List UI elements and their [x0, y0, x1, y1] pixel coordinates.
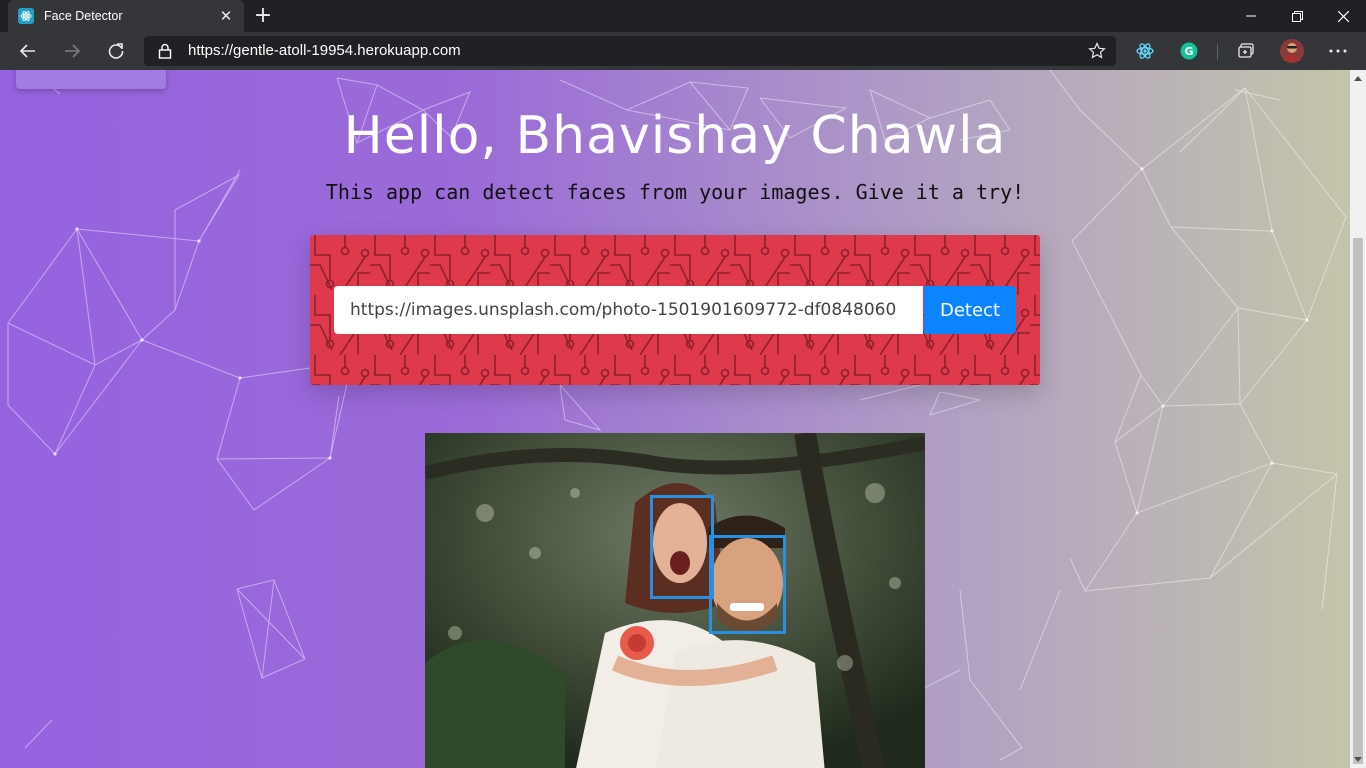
refresh-icon[interactable] [102, 37, 130, 65]
react-devtools-icon[interactable] [1131, 37, 1159, 65]
lock-icon[interactable] [158, 43, 172, 63]
forward-icon[interactable] [58, 37, 86, 65]
scroll-up-icon[interactable] [1350, 70, 1366, 86]
tab-title: Face Detector [44, 9, 123, 23]
profile-avatar[interactable] [1278, 37, 1306, 65]
scroll-down-icon[interactable] [1350, 752, 1366, 768]
star-icon[interactable] [1088, 42, 1106, 64]
svg-text:G: G [1184, 45, 1193, 58]
react-favicon-icon [18, 8, 34, 24]
browser-titlebar: Face Detector ✕ + [0, 0, 1366, 32]
toolbar-separator [1217, 44, 1218, 60]
face-box-2 [709, 535, 786, 634]
page-title: Hello, Bhavishay Chawla [343, 106, 1007, 166]
minimize-icon[interactable] [1228, 0, 1274, 32]
page-scrollbar[interactable] [1350, 70, 1366, 768]
new-tab-button[interactable]: + [252, 3, 274, 28]
restore-icon[interactable] [1274, 0, 1320, 32]
result-image [425, 433, 925, 768]
back-icon[interactable] [14, 37, 42, 65]
grammarly-icon[interactable]: G [1175, 37, 1203, 65]
detect-button[interactable]: Detect [924, 286, 1016, 334]
top-card [16, 70, 166, 89]
url-text[interactable]: https://gentle-atoll-19954.herokuapp.com [188, 36, 461, 66]
close-icon[interactable] [1320, 0, 1366, 32]
more-icon[interactable] [1324, 37, 1352, 65]
address-bar[interactable]: https://gentle-atoll-19954.herokuapp.com [144, 36, 1116, 66]
face-box-1 [650, 495, 714, 599]
detect-form-panel: Detect [310, 235, 1040, 385]
collections-icon[interactable] [1232, 37, 1260, 65]
browser-toolbar: https://gentle-atoll-19954.herokuapp.com… [0, 32, 1366, 70]
page-viewport: Hello, Bhavishay Chawla This app can det… [0, 70, 1350, 768]
image-url-input[interactable] [334, 286, 923, 334]
scrollbar-thumb[interactable] [1353, 238, 1363, 764]
tab-face-detector[interactable]: Face Detector ✕ [8, 0, 244, 32]
page-subtitle: This app can detect faces from your imag… [325, 180, 1025, 204]
tab-close-icon[interactable]: ✕ [218, 7, 234, 25]
